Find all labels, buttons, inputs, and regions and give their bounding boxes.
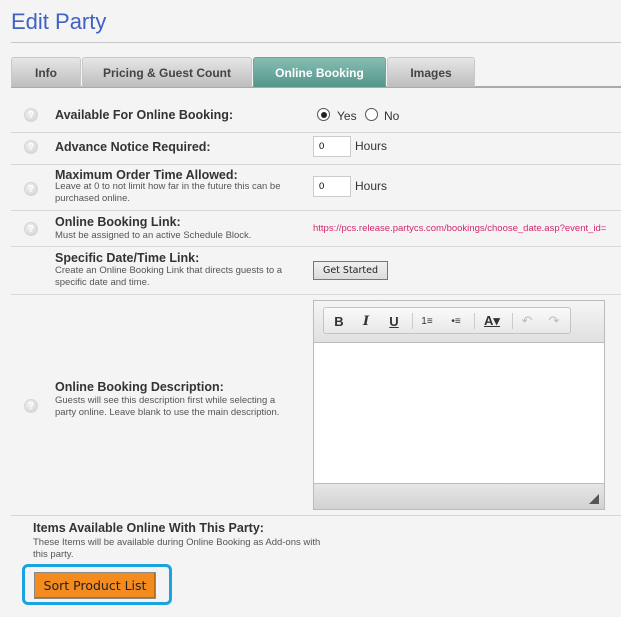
specific-link-label: Specific Date/Time Link: (55, 251, 200, 265)
ordered-list-icon[interactable]: 1≡ (416, 311, 438, 331)
italic-icon[interactable]: I (355, 311, 377, 331)
max-order-input[interactable] (313, 176, 351, 197)
tab-images[interactable]: Images (387, 57, 475, 87)
booking-link-help: Must be assigned to an active Schedule B… (55, 230, 252, 241)
available-no-label: No (384, 109, 400, 123)
max-order-label: Maximum Order Time Allowed: (55, 168, 238, 182)
tab-bar: Info Pricing & Guest Count Online Bookin… (11, 57, 621, 88)
items-help: These Items will be available during Onl… (33, 537, 321, 560)
help-icon[interactable]: ? (24, 399, 38, 413)
available-no-radio[interactable] (365, 108, 378, 121)
advance-notice-unit: Hours (355, 139, 388, 153)
description-text-area[interactable] (314, 343, 604, 483)
help-icon[interactable]: ? (24, 222, 38, 236)
toolbar-divider (412, 313, 413, 329)
toolbar-divider (512, 313, 513, 329)
advance-notice-input[interactable] (313, 136, 351, 157)
undo-icon[interactable]: ↶ (516, 311, 538, 331)
underline-icon[interactable]: U (383, 311, 405, 331)
help-icon[interactable]: ? (24, 182, 38, 196)
available-label: Available For Online Booking: (55, 108, 234, 122)
help-icon[interactable]: ? (24, 140, 38, 154)
font-color-icon[interactable]: A▾ (478, 311, 506, 331)
items-label: Items Available Online With This Party: (33, 521, 264, 535)
sort-button-highlight: Sort Product List (22, 564, 172, 605)
editor-status-bar (314, 483, 604, 509)
title-divider (11, 42, 621, 43)
description-editor: B I U 1≡ •≡ A▾ ↶ ↷ (313, 300, 605, 510)
available-yes-radio[interactable] (317, 108, 330, 121)
specific-link-help: Create an Online Booking Link that direc… (55, 265, 283, 288)
resize-handle-icon[interactable] (589, 494, 599, 504)
editor-toolbar: B I U 1≡ •≡ A▾ ↶ ↷ (314, 301, 604, 343)
redo-icon[interactable]: ↷ (543, 311, 565, 331)
max-order-unit: Hours (355, 179, 388, 193)
tab-online-booking[interactable]: Online Booking (253, 57, 386, 87)
sort-product-list-button[interactable]: Sort Product List (34, 572, 156, 599)
tab-info[interactable]: Info (11, 57, 81, 87)
page-title: Edit Party (11, 9, 107, 34)
description-help: Guests will see this description first w… (55, 395, 280, 418)
bold-icon[interactable]: B (328, 311, 350, 331)
description-label: Online Booking Description: (55, 380, 224, 394)
toolbar-divider (474, 313, 475, 329)
bullet-list-icon[interactable]: •≡ (445, 311, 467, 331)
advance-notice-label: Advance Notice Required: (55, 140, 211, 154)
available-yes-label: Yes (337, 109, 357, 123)
max-order-help: Leave at 0 to not limit how far in the f… (55, 181, 281, 204)
editor-tool-group: B I U 1≡ •≡ A▾ ↶ ↷ (323, 307, 571, 334)
booking-link-label: Online Booking Link: (55, 215, 181, 229)
get-started-button[interactable]: Get Started (313, 261, 388, 280)
help-icon[interactable]: ? (24, 108, 38, 122)
tab-pricing-guest-count[interactable]: Pricing & Guest Count (82, 57, 252, 87)
booking-link-url[interactable]: https://pcs.release.partycs.com/bookings… (313, 223, 606, 234)
